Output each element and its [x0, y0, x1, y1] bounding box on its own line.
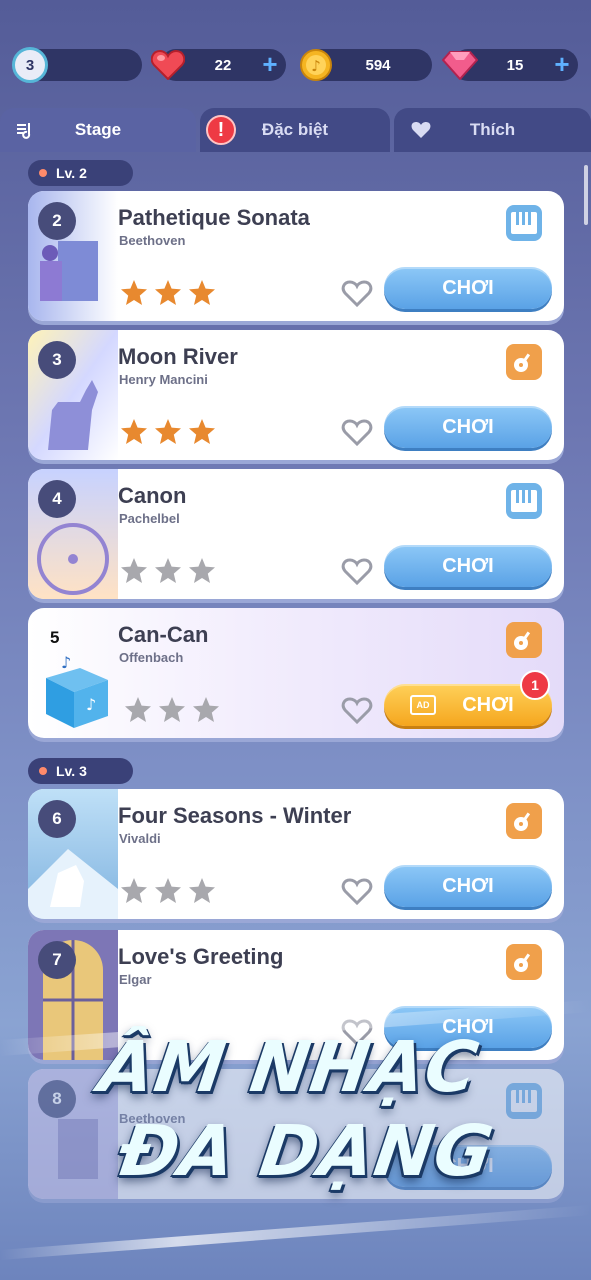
play-button[interactable]: CHƠI: [384, 865, 552, 907]
player-level-badge[interactable]: 3: [12, 47, 48, 83]
heart-outline-icon: [411, 122, 431, 138]
coins-count: 594: [365, 56, 391, 74]
song-card-5[interactable]: ♪ ♪ 5 Can-Can Offenbach AD CHƠI 1: [28, 608, 564, 738]
song-title: Can-Can: [118, 622, 209, 647]
category-tabs: Stage ! Đặc biệt Thích: [0, 108, 591, 152]
star-empty-icon: [155, 878, 181, 903]
section-level-2: Lv. 2: [28, 160, 133, 186]
guitar-icon: [506, 622, 542, 658]
guitar-icon: [506, 803, 542, 839]
song-artist: Elgar: [119, 972, 152, 987]
song-card-3[interactable]: 3 Moon River Henry Mancini CHƠI: [28, 330, 564, 460]
star-filled-icon: [121, 280, 147, 305]
promo-headline-line1: ÂM NHẠC: [94, 1026, 484, 1108]
svg-text:♪: ♪: [61, 653, 71, 672]
play-button[interactable]: CHƠI: [384, 545, 552, 587]
favorite-heart-icon[interactable]: [341, 418, 373, 446]
song-artist: Offenbach: [119, 650, 184, 665]
star-empty-icon: [121, 878, 147, 903]
add-hearts-button[interactable]: +: [256, 51, 284, 79]
song-artist: Pachelbel: [119, 511, 180, 526]
promo-headline-line2: ĐA DẠNG: [114, 1110, 499, 1192]
star-rating: [124, 696, 220, 723]
song-title: Four Seasons - Winter: [118, 803, 352, 828]
song-number: 5: [50, 628, 60, 647]
svg-text:♪: ♪: [311, 57, 321, 75]
star-filled-icon: [189, 280, 215, 305]
piano-icon: [506, 205, 542, 241]
tab-favorites[interactable]: Thích: [394, 108, 591, 152]
add-gems-button[interactable]: +: [548, 51, 576, 79]
gems-count: 15: [506, 56, 524, 74]
star-empty-icon: [193, 697, 219, 722]
alert-icon: !: [206, 115, 236, 145]
star-empty-icon: [155, 558, 181, 583]
song-title: Pathetique Sonata: [118, 205, 310, 230]
favorite-heart-icon[interactable]: [341, 279, 373, 307]
star-empty-icon: [189, 558, 215, 583]
star-rating: [120, 557, 216, 584]
star-rating: [120, 418, 216, 445]
video-ad-icon: AD: [410, 695, 436, 715]
song-card-4[interactable]: 4 Canon Pachelbel CHƠI: [28, 469, 564, 599]
star-filled-icon: [155, 419, 181, 444]
resource-bar: 3 22 + 594 ♪ 15 +: [0, 45, 591, 85]
song-card-6[interactable]: 6 Four Seasons - Winter Vivaldi CHƠI: [28, 789, 564, 919]
tab-stage[interactable]: Stage: [0, 108, 196, 152]
play-button[interactable]: CHƠI: [384, 267, 552, 309]
song-card-2[interactable]: 2 Pathetique Sonata Beethoven CHƠI: [28, 191, 564, 321]
star-rating: [120, 877, 216, 904]
scrollbar[interactable]: [584, 165, 588, 225]
play-button[interactable]: CHƠI: [384, 406, 552, 448]
favorite-heart-icon[interactable]: [341, 877, 373, 905]
hearts-count: 22: [214, 56, 232, 74]
song-title: Canon: [118, 483, 187, 508]
heart-icon: [150, 47, 186, 83]
favorite-heart-icon[interactable]: [341, 696, 373, 724]
star-rating: [120, 279, 216, 306]
song-number: 2: [38, 202, 76, 240]
star-empty-icon: [121, 558, 147, 583]
gem-icon: [442, 47, 478, 83]
guitar-icon: [506, 944, 542, 980]
music-box-icon: ♪ ♪: [46, 653, 108, 728]
favorite-heart-icon[interactable]: [341, 557, 373, 585]
song-number: 3: [38, 341, 76, 379]
play-button-label: CHƠI: [462, 693, 514, 716]
star-empty-icon: [189, 878, 215, 903]
song-title: Moon River: [118, 344, 238, 369]
tab-special-label: Đặc biệt: [261, 120, 329, 139]
section-level-3: Lv. 3: [28, 758, 133, 784]
song-artist: Vivaldi: [119, 831, 161, 846]
star-empty-icon: [125, 697, 151, 722]
svg-text:♪: ♪: [86, 695, 96, 714]
tab-favorites-label: Thích: [469, 120, 516, 139]
song-number: 7: [38, 941, 76, 979]
star-filled-icon: [189, 419, 215, 444]
song-artist: Beethoven: [119, 233, 186, 248]
notification-badge: 1: [520, 670, 550, 700]
star-empty-icon: [159, 697, 185, 722]
song-number: 6: [38, 800, 76, 838]
tab-stage-label: Stage: [74, 120, 122, 139]
song-number: 4: [38, 480, 76, 518]
playlist-icon: [17, 123, 31, 139]
guitar-icon: [506, 344, 542, 380]
song-artist: Henry Mancini: [119, 372, 208, 387]
star-filled-icon: [121, 419, 147, 444]
star-filled-icon: [155, 280, 181, 305]
song-title: Love's Greeting: [118, 944, 284, 969]
coin-icon: ♪: [298, 47, 334, 83]
piano-icon: [506, 483, 542, 519]
tab-special[interactable]: ! Đặc biệt: [200, 108, 390, 152]
